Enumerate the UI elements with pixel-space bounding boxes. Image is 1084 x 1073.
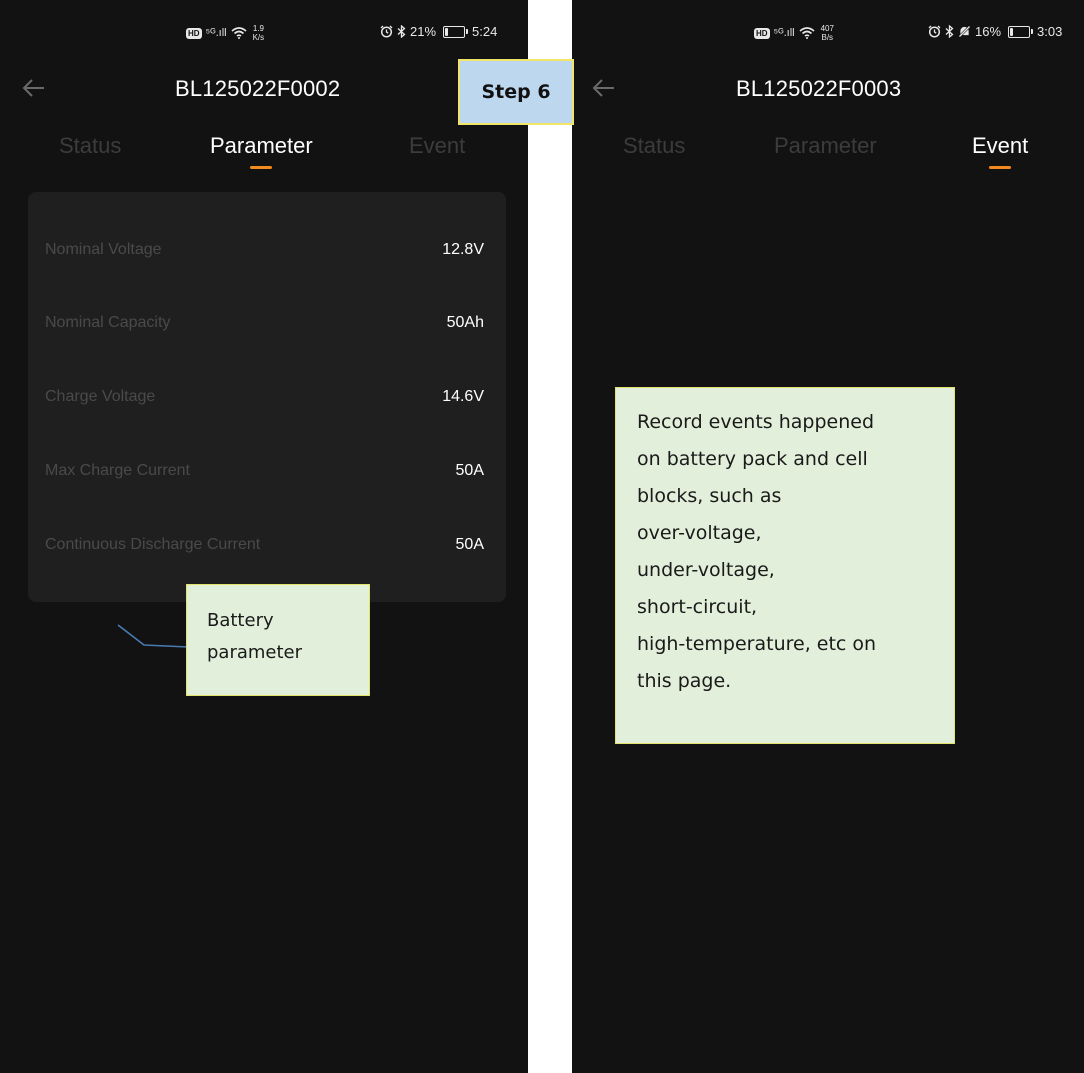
battery-fill (1010, 27, 1014, 36)
parameter-card: Nominal Voltage 12.8V Nominal Capacity 5… (28, 192, 506, 602)
step-label: Step 6 (458, 59, 574, 125)
signal-icon: ⁵ᴳ.ıll (205, 27, 227, 39)
tab-event[interactable]: Event (409, 133, 465, 159)
wifi-icon (231, 27, 247, 39)
alarm-icon (928, 25, 941, 38)
tab-label: Status (59, 133, 122, 158)
status-right-group: 16% 3:03 (928, 24, 1062, 39)
net-speed: 407 B/s (821, 24, 834, 42)
event-description-callout: Record events happened on battery pack a… (615, 387, 955, 744)
back-arrow-icon[interactable] (590, 74, 618, 102)
callout-line: Record events happened (637, 411, 875, 433)
callout-line: parameter (207, 642, 303, 663)
parameter-label: Continuous Discharge Current (45, 536, 261, 553)
callout-line: blocks, such as (637, 485, 782, 507)
status-left-group: HD ⁵ᴳ.ıll 407 B/s (754, 24, 834, 42)
parameter-row: Max Charge Current 50A (28, 462, 506, 492)
parameter-value: 12.8V (442, 241, 484, 258)
tab-bar: Status Parameter Event (0, 133, 528, 173)
signal-icon: ⁵ᴳ.ıll (773, 27, 795, 39)
status-bar: HD ⁵ᴳ.ıll 1.9 K/s 21% 5:24 (0, 0, 528, 60)
tab-status[interactable]: Status (59, 133, 121, 159)
tab-label: Event (972, 133, 1029, 158)
parameter-value: 14.6V (442, 388, 484, 405)
alarm-icon (380, 25, 393, 38)
parameter-row: Nominal Voltage 12.8V (28, 241, 506, 271)
status-bar: HD ⁵ᴳ.ıll 407 B/s 16% 3:03 (572, 0, 1084, 60)
hd-badge: HD (186, 27, 202, 39)
tab-active-indicator (989, 166, 1012, 169)
parameter-value: 50A (455, 536, 484, 553)
clock: 5:24 (472, 24, 498, 39)
tab-active-indicator (250, 166, 273, 169)
callout-line: Battery (207, 610, 274, 631)
callout-line: this page. (637, 670, 732, 692)
wifi-icon (799, 27, 815, 39)
parameter-label: Nominal Voltage (45, 241, 162, 258)
net-speed-value: 1.9 (252, 24, 264, 33)
bluetooth-icon (397, 25, 406, 38)
left-phone-screen: HD ⁵ᴳ.ıll 1.9 K/s 21% 5:24 BL125022F0002… (0, 0, 528, 1073)
callout-line: high-temperature, etc on (637, 633, 877, 655)
parameter-row: Continuous Discharge Current 50A (28, 536, 506, 566)
callout-line: under-voltage, (637, 559, 775, 581)
parameter-value: 50A (455, 462, 484, 479)
status-right-group: 21% 5:24 (380, 24, 497, 39)
clock: 3:03 (1037, 24, 1063, 39)
page-title: BL125022F0002 (175, 76, 341, 101)
tab-label: Status (623, 133, 686, 158)
tab-label: Event (409, 133, 466, 158)
parameter-label: Nominal Capacity (45, 314, 171, 331)
bluetooth-icon (945, 25, 954, 38)
callout-line: short-circuit, (637, 596, 758, 618)
hd-badge: HD (754, 27, 770, 39)
parameter-label: Max Charge Current (45, 462, 190, 479)
net-speed-unit: K/s (252, 33, 265, 42)
battery-icon (1008, 25, 1034, 38)
battery-parameter-callout: Battery parameter (186, 584, 370, 696)
net-speed-unit: B/s (821, 33, 834, 42)
callout-line: on battery pack and cell (637, 448, 868, 470)
net-speed-value: 407 (820, 24, 834, 33)
bell-muted-icon (958, 25, 971, 38)
tab-label: Parameter (774, 133, 877, 158)
battery-fill (445, 27, 449, 36)
parameter-row: Charge Voltage 14.6V (28, 388, 506, 418)
battery-icon (443, 25, 469, 38)
callout-line: over-voltage, (637, 522, 762, 544)
battery-percent: 21% (410, 24, 437, 39)
tab-bar: Status Parameter Event (572, 133, 1084, 173)
page-title: BL125022F0003 (736, 76, 902, 101)
tab-status[interactable]: Status (623, 133, 685, 159)
tab-parameter[interactable]: Parameter (210, 133, 313, 169)
status-left-group: HD ⁵ᴳ.ıll 1.9 K/s (186, 24, 264, 42)
tab-event[interactable]: Event (972, 133, 1029, 169)
parameter-row: Nominal Capacity 50Ah (28, 314, 506, 344)
back-arrow-icon[interactable] (20, 74, 48, 102)
battery-percent: 16% (975, 24, 1002, 39)
parameter-label: Charge Voltage (45, 388, 156, 405)
tab-parameter[interactable]: Parameter (774, 133, 877, 159)
net-speed: 1.9 K/s (253, 24, 265, 42)
tab-label: Parameter (210, 133, 313, 158)
parameter-value: 50Ah (446, 314, 484, 331)
